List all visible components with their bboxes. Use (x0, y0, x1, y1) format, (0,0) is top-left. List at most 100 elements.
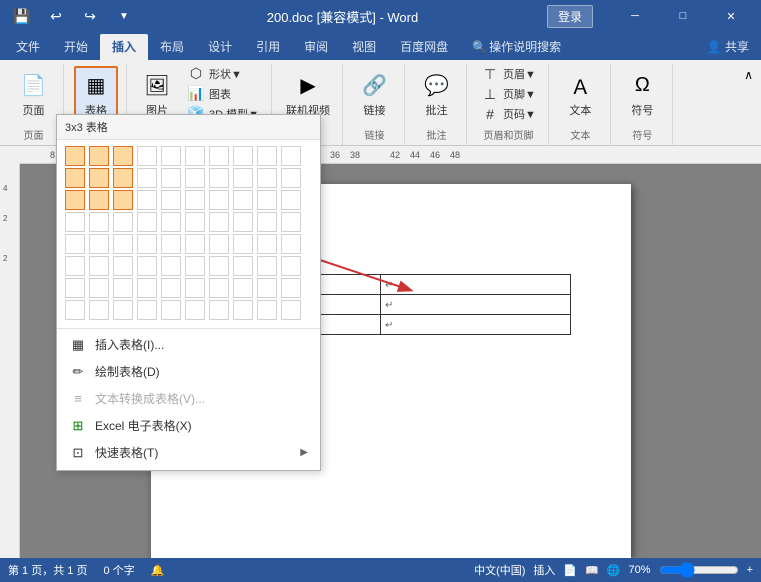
grid-cell[interactable] (113, 212, 133, 232)
grid-cell[interactable] (209, 234, 229, 254)
grid-cell[interactable] (209, 300, 229, 320)
tab-insert[interactable]: 插入 (100, 34, 148, 60)
grid-cell[interactable] (137, 146, 157, 166)
grid-cell[interactable] (137, 168, 157, 188)
grid-cell[interactable] (113, 146, 133, 166)
chart-btn[interactable]: 📊图表 (183, 84, 235, 103)
footer-btn[interactable]: ⊥页脚▼ (477, 85, 540, 104)
grid-cell[interactable] (65, 146, 85, 166)
pages-btn[interactable]: 📄 页面 (14, 68, 54, 120)
grid-cell[interactable] (137, 256, 157, 276)
grid-cell[interactable] (89, 190, 109, 210)
grid-cell[interactable] (233, 234, 253, 254)
customize-quick-btn[interactable]: ▼ (110, 2, 138, 30)
grid-cell[interactable] (209, 146, 229, 166)
grid-cell[interactable] (89, 212, 109, 232)
grid-cell[interactable] (185, 234, 205, 254)
grid-cell[interactable] (233, 212, 253, 232)
grid-cell[interactable] (281, 168, 301, 188)
grid-cell[interactable] (161, 190, 181, 210)
pagenum-btn[interactable]: #页码▼ (477, 105, 540, 123)
grid-cell[interactable] (185, 146, 205, 166)
grid-cell[interactable] (65, 278, 85, 298)
grid-cell[interactable] (137, 212, 157, 232)
grid-cell[interactable] (161, 234, 181, 254)
tab-design[interactable]: 设计 (196, 34, 244, 60)
tab-baidudisk[interactable]: 百度网盘 (388, 34, 460, 60)
quick-table-item[interactable]: ⊡ 快速表格(T) ▶ (57, 439, 320, 466)
grid-cell[interactable] (89, 300, 109, 320)
status-zoom-in[interactable]: + (747, 564, 753, 576)
grid-cell[interactable] (257, 190, 277, 210)
online-video-btn[interactable]: ▶ 联机视频 (282, 68, 334, 120)
zoom-slider[interactable] (659, 562, 739, 578)
ribbon-collapse-btn[interactable]: ∧ (740, 64, 757, 86)
grid-cell[interactable] (161, 278, 181, 298)
tab-home[interactable]: 开始 (52, 34, 100, 60)
grid-cell[interactable] (161, 212, 181, 232)
status-view-web[interactable]: 🌐 (607, 564, 621, 577)
status-view-print[interactable]: 📄 (563, 564, 577, 577)
grid-cell[interactable] (89, 256, 109, 276)
tab-references[interactable]: 引用 (244, 34, 292, 60)
grid-cell[interactable] (65, 190, 85, 210)
grid-cell[interactable] (281, 256, 301, 276)
excel-table-item[interactable]: ⊞ Excel 电子表格(X) (57, 412, 320, 439)
grid-cell[interactable] (257, 146, 277, 166)
grid-cell[interactable] (281, 190, 301, 210)
grid-cell[interactable] (185, 168, 205, 188)
grid-cell[interactable] (137, 190, 157, 210)
grid-cell[interactable] (233, 146, 253, 166)
grid-cell[interactable] (209, 256, 229, 276)
grid-cell[interactable] (65, 212, 85, 232)
close-button[interactable]: ✕ (709, 0, 753, 32)
restore-button[interactable]: □ (661, 0, 705, 32)
grid-cell[interactable] (281, 300, 301, 320)
grid-cell[interactable] (257, 168, 277, 188)
symbol-btn[interactable]: Ω 符号 (622, 68, 662, 120)
grid-cell[interactable] (209, 278, 229, 298)
grid-cell[interactable] (281, 212, 301, 232)
grid-cell[interactable] (113, 300, 133, 320)
grid-cell[interactable] (257, 256, 277, 276)
grid-cell[interactable] (113, 168, 133, 188)
grid-cell[interactable] (233, 256, 253, 276)
draw-table-item[interactable]: ✏ 绘制表格(D) (57, 358, 320, 385)
grid-cell[interactable] (185, 300, 205, 320)
grid-cell[interactable] (233, 168, 253, 188)
grid-cell[interactable] (65, 256, 85, 276)
grid-cell[interactable] (281, 234, 301, 254)
grid-cell[interactable] (257, 278, 277, 298)
grid-cell[interactable] (161, 300, 181, 320)
grid-cell[interactable] (65, 300, 85, 320)
grid-cell[interactable] (113, 278, 133, 298)
pictures-btn[interactable]: 🖼 图片 (137, 68, 177, 120)
shapes-btn[interactable]: ⬡形状▼ (183, 64, 246, 83)
status-view-read[interactable]: 📖 (585, 564, 599, 577)
tab-share[interactable]: 👤 共享 (695, 34, 761, 60)
undo-quick-btn[interactable]: ↩ (42, 2, 70, 30)
grid-cell[interactable] (89, 146, 109, 166)
grid-cell[interactable] (113, 234, 133, 254)
grid-cell[interactable] (209, 212, 229, 232)
grid-cell[interactable] (89, 234, 109, 254)
grid-cell[interactable] (233, 190, 253, 210)
grid-cell[interactable] (185, 212, 205, 232)
grid-cell[interactable] (257, 300, 277, 320)
save-quick-btn[interactable]: 💾 (8, 2, 36, 30)
grid-cell[interactable] (161, 256, 181, 276)
grid-cell[interactable] (137, 278, 157, 298)
login-button[interactable]: 登录 (547, 5, 593, 28)
grid-cell[interactable] (233, 300, 253, 320)
grid-cell[interactable] (161, 168, 181, 188)
text-btn[interactable]: Ａ 文本 (560, 68, 600, 120)
grid-cell[interactable] (185, 256, 205, 276)
tab-file[interactable]: 文件 (4, 34, 52, 60)
grid-cell[interactable] (257, 212, 277, 232)
minimize-button[interactable]: ─ (613, 0, 657, 32)
grid-cell[interactable] (233, 278, 253, 298)
tab-review[interactable]: 审阅 (292, 34, 340, 60)
grid-cell[interactable] (257, 234, 277, 254)
header-btn[interactable]: ⊤页眉▼ (477, 65, 540, 84)
grid-cell[interactable] (113, 256, 133, 276)
